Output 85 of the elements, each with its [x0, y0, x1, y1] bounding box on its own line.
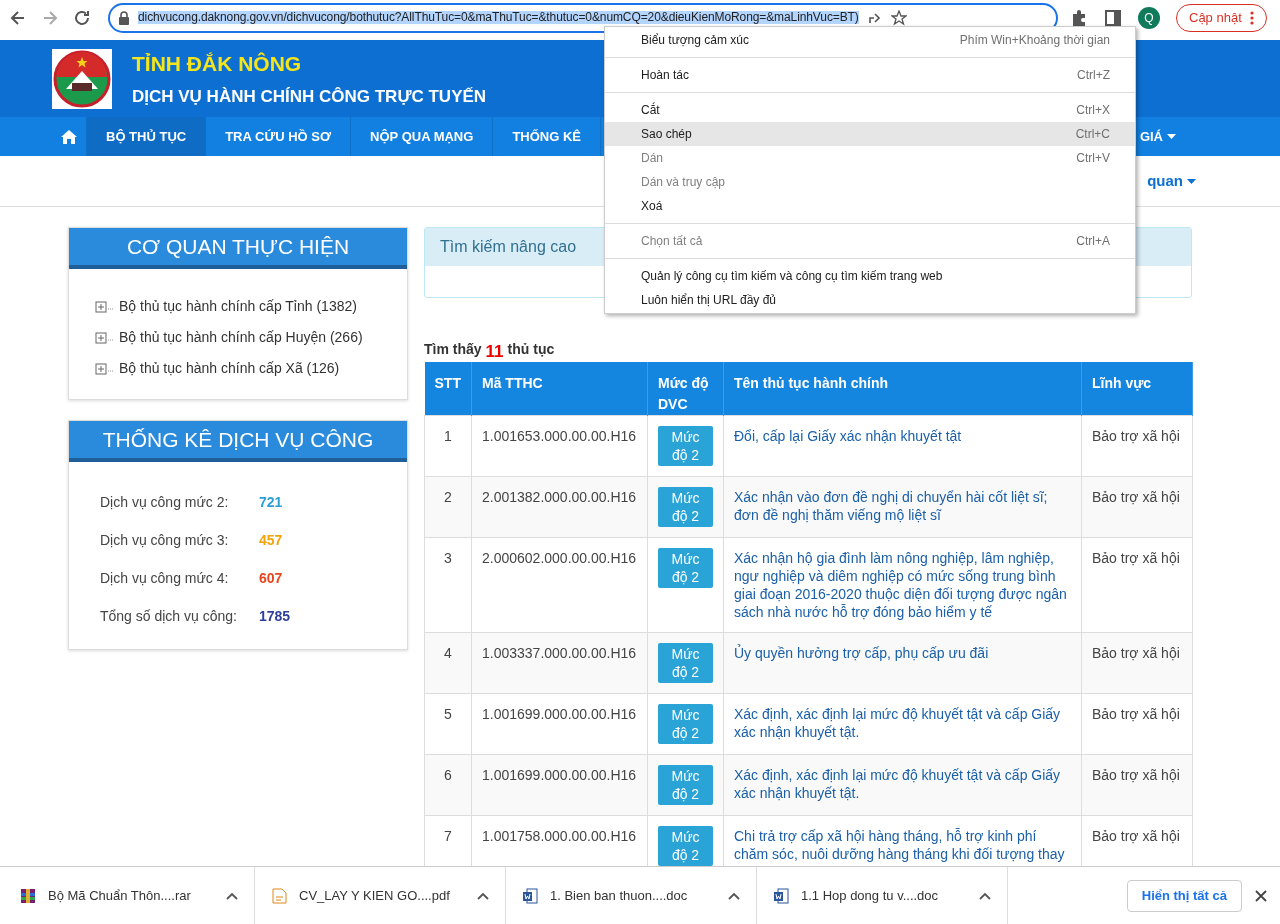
- menu-item-label: Quản lý công cụ tìm kiếm và công cụ tìm kiếm trang web: [641, 268, 943, 285]
- menu-item[interactable]: Sao chép Ctrl+C: [605, 122, 1135, 146]
- menu-item[interactable]: Xoá: [605, 194, 1135, 218]
- chevron-up-icon[interactable]: [226, 891, 238, 900]
- menu-item[interactable]: Luôn hiển thị URL đầy đủ: [605, 288, 1135, 312]
- tree-item[interactable]: Bộ thủ tục hành chính cấp Tỉnh (1382): [95, 296, 407, 317]
- shortcut-text: Ctrl+Z: [1077, 67, 1110, 84]
- menu-item[interactable]: Quản lý công cụ tìm kiếm và công cụ tìm kiếm trang web: [605, 264, 1135, 288]
- puzzle-icon[interactable]: [1070, 8, 1088, 27]
- chevron-up-icon[interactable]: [477, 891, 489, 900]
- panel-header: THỐNG KÊ DỊCH VỤ CÔNG: [69, 421, 407, 462]
- shortcut-text: Ctrl+X: [1076, 102, 1110, 119]
- tree-item[interactable]: Bộ thủ tục hành chính cấp Xã (126): [95, 358, 407, 379]
- home-icon: [61, 129, 77, 144]
- level-badge: Mức độ 2: [658, 826, 713, 866]
- kebab-icon: [1249, 10, 1254, 25]
- nav-tab[interactable]: THỐNG KÊ: [493, 117, 601, 156]
- menu-item-label: Luôn hiển thị URL đầy đủ: [641, 292, 776, 309]
- site-title: TỈNH ĐẮK NÔNG: [132, 51, 303, 77]
- download-item[interactable]: Bộ Mã Chuẩn Thôn....rar: [20, 866, 255, 924]
- shortcut-text: Ctrl+V: [1076, 150, 1110, 167]
- result-count: 11: [485, 343, 504, 360]
- menu-item-label: Sao chép: [641, 126, 692, 143]
- file-name: 1.1 Hop dong tu v....doc: [801, 886, 940, 905]
- stat-value: 457: [259, 531, 283, 550]
- stat-value: 721: [259, 493, 283, 512]
- result-text: thủ tục: [507, 340, 555, 359]
- file-icon: [522, 887, 538, 904]
- url-text: dichvucong.daknong.gov.vn/dichvucong/bothutuc?AllThuTuc=0&maThuTuc=&thutuc=0&numCQ=20&dieuKienMoRong=&maLinhVuc=BT): [138, 11, 859, 24]
- file-name: Bộ Mã Chuẩn Thôn....rar: [48, 886, 192, 905]
- menu-item-label: Cắt: [641, 101, 660, 119]
- caret-icon: [1187, 178, 1196, 184]
- star-icon[interactable]: [890, 9, 907, 26]
- lock-icon: [118, 10, 130, 25]
- menu-item-label: Hoàn tác: [641, 67, 690, 84]
- file-icon: [271, 887, 287, 904]
- level-badge: Mức độ 2: [658, 765, 713, 805]
- stat-label: Dịch vụ công mức 2:: [100, 493, 230, 512]
- profile-avatar[interactable]: Q: [1138, 6, 1160, 29]
- shortcut-text: Ctrl+C: [1075, 126, 1110, 143]
- site-subtitle: DỊCH VỤ HÀNH CHÍNH CÔNG TRỰC TUYẾN: [132, 85, 487, 108]
- expand-icon[interactable]: [95, 300, 115, 313]
- caret-icon: [1167, 134, 1176, 139]
- download-item[interactable]: 1. Bien ban thuon....doc: [522, 866, 757, 924]
- stat-label: Dịch vụ công mức 3:: [100, 531, 230, 550]
- menu-item-label: Chọn tất cả: [641, 233, 703, 250]
- result-text: Tìm thấy: [424, 340, 482, 359]
- chevron-up-icon[interactable]: [728, 891, 740, 900]
- shortcut-text: Phím Win+Khoảng thời gian: [959, 32, 1110, 49]
- nav-tab[interactable]: NỘP QUA MẠNG: [351, 117, 494, 156]
- panel-header: CƠ QUAN THỰC HIỆN: [69, 228, 407, 269]
- nav-tab[interactable]: BỘ THỦ TỤC: [87, 117, 207, 156]
- chevron-up-icon[interactable]: [979, 891, 991, 900]
- file-icon: [773, 887, 789, 904]
- stat-label: Dịch vụ công mức 4:: [100, 569, 230, 588]
- download-item[interactable]: 1.1 Hop dong tu v....doc: [773, 866, 1008, 924]
- level-badge: Mức độ 2: [658, 704, 713, 744]
- stat-value: 607: [259, 569, 283, 588]
- nav-dropdown[interactable]: GIÁ: [1135, 117, 1180, 156]
- file-name: CV_LAY Y KIEN GO....pdf: [299, 886, 451, 905]
- logo-icon: [52, 48, 112, 109]
- download-item[interactable]: CV_LAY Y KIEN GO....pdf: [271, 866, 506, 924]
- menu-item-label: Dán: [641, 150, 663, 167]
- menu-item-label: Biểu tượng cảm xúc: [641, 32, 749, 49]
- shortcut-text: Ctrl+A: [1076, 233, 1110, 250]
- show-all-button[interactable]: Hiển thị tất cả: [1126, 879, 1242, 912]
- stat-value: 1785: [259, 607, 291, 626]
- menu-item[interactable]: Hoàn tác Ctrl+Z: [605, 63, 1135, 87]
- stat-label: Tổng số dịch vụ công:: [100, 607, 238, 626]
- sidebar-icon[interactable]: [1104, 8, 1122, 27]
- close-icon[interactable]: [1255, 889, 1267, 902]
- expand-icon[interactable]: [95, 331, 115, 344]
- nav-tab[interactable]: TRA CỨU HỒ SƠ: [206, 117, 352, 156]
- file-icon: [20, 887, 36, 904]
- menu-item-label: Xoá: [641, 198, 663, 215]
- expand-icon[interactable]: [95, 362, 115, 375]
- tree-item[interactable]: Bộ thủ tục hành chính cấp Huyện (266): [95, 327, 407, 348]
- level-badge: Mức độ 2: [658, 548, 713, 588]
- level-badge: Mức độ 2: [658, 487, 713, 527]
- file-name: 1. Bien ban thuon....doc: [550, 886, 689, 905]
- menu-item[interactable]: Cắt Ctrl+X: [605, 98, 1135, 122]
- menu-item-label: Dán và truy cập: [641, 174, 726, 191]
- level-badge: Mức độ 2: [658, 426, 713, 466]
- agency-dropdown-link[interactable]: quan: [1147, 169, 1196, 193]
- level-badge: Mức độ 2: [658, 643, 713, 683]
